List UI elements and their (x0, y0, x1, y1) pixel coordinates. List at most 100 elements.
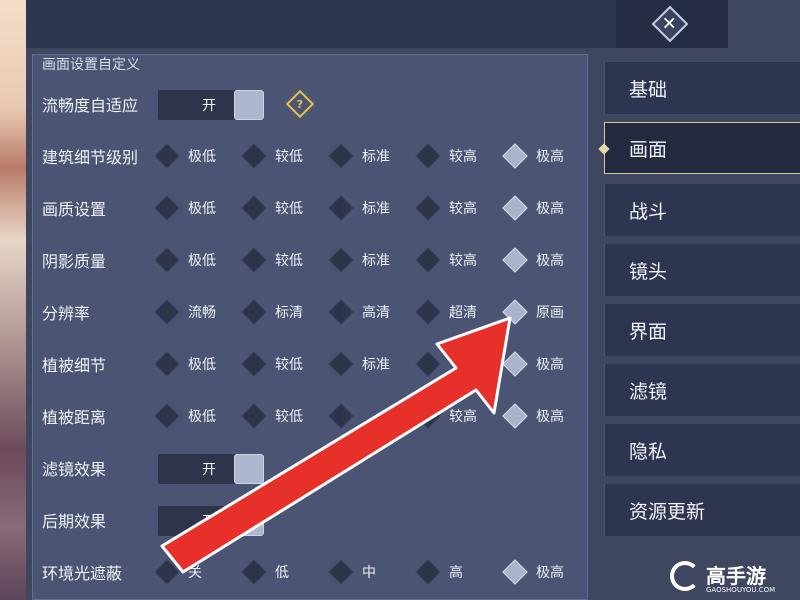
diamond-radio-icon (415, 195, 441, 221)
diamond-radio-icon (415, 247, 441, 273)
sidebar-tab[interactable]: 资源更新 (604, 484, 800, 536)
setting-label: 画质设置 (42, 200, 107, 219)
diamond-radio-icon (502, 351, 528, 377)
toggle-knob[interactable] (234, 454, 264, 484)
close-icon: ✕ (651, 5, 689, 43)
diamond-radio-icon (241, 403, 267, 429)
option-label: 极高 (536, 409, 564, 425)
toggle-switch[interactable]: 开 (158, 506, 264, 536)
option-radio[interactable]: 标准 (328, 136, 390, 176)
option-label: 极低 (188, 149, 216, 165)
option-radio[interactable]: 极高 (502, 344, 564, 384)
option-label: 标准 (362, 253, 390, 269)
setting-label: 滤镜效果 (42, 460, 107, 479)
section-title: 画面设置自定义 (42, 57, 140, 72)
option-radio[interactable]: 中 (328, 552, 376, 592)
diamond-radio-icon (241, 559, 267, 585)
diamond-radio-icon (241, 247, 267, 273)
option-radio[interactable]: 极低 (154, 396, 216, 436)
diamond-radio-icon (241, 143, 267, 169)
option-radio[interactable]: 标清 (241, 292, 303, 332)
diamond-radio-icon (154, 195, 180, 221)
option-radio[interactable]: 关 (154, 552, 202, 592)
setting-row: 后期效果 开 (42, 500, 582, 540)
diamond-radio-icon (415, 143, 441, 169)
diamond-radio-icon (328, 299, 354, 325)
toggle-label: 开 (202, 98, 216, 114)
diamond-radio-icon (154, 351, 180, 377)
option-radio[interactable]: 较低 (241, 188, 303, 228)
setting-label: 阴影质量 (42, 252, 107, 271)
setting-label: 环境光遮蔽 (42, 564, 123, 583)
option-radio[interactable]: 低 (241, 552, 289, 592)
help-icon[interactable]: ? (285, 89, 315, 119)
option-radio[interactable]: 极高 (502, 188, 564, 228)
option-radio[interactable]: 较低 (241, 396, 303, 436)
option-label: 较高 (449, 201, 477, 217)
diamond-radio-icon (328, 559, 354, 585)
option-label: 标准 (362, 357, 390, 373)
option-radio[interactable]: 较高 (415, 136, 477, 176)
setting-label: 建筑细节级别 (42, 148, 139, 167)
diamond-radio-icon (241, 351, 267, 377)
option-radio[interactable]: 高 (415, 552, 463, 592)
toggle-knob[interactable] (234, 506, 264, 536)
option-radio[interactable]: 极高 (502, 396, 564, 436)
option-label: 极高 (536, 565, 564, 581)
option-label: 极低 (188, 357, 216, 373)
option-radio[interactable]: 标准 (328, 240, 390, 280)
option-radio[interactable]: 标准 (328, 188, 390, 228)
option-radio[interactable]: 原画 (502, 292, 564, 332)
diamond-radio-icon (154, 403, 180, 429)
option-radio[interactable]: 极低 (154, 240, 216, 280)
option-radio[interactable]: 较低 (241, 136, 303, 176)
diamond-radio-icon (502, 143, 528, 169)
toggle-knob[interactable] (234, 90, 264, 120)
option-label: 较高 (449, 253, 477, 269)
diamond-radio-icon (328, 195, 354, 221)
setting-row: 阴影质量 极低 较低 标准 较高 极高 (42, 240, 582, 280)
option-radio[interactable]: 高清 (328, 292, 390, 332)
option-radio[interactable]: 较高 (415, 240, 477, 280)
sidebar-tab[interactable]: 滤镜 (604, 364, 800, 416)
sidebar-tab[interactable]: 基础 (604, 62, 800, 114)
option-radio[interactable]: 流畅 (154, 292, 216, 332)
diamond-radio-icon (328, 351, 354, 377)
diamond-radio-icon (154, 247, 180, 273)
setting-row: 植被距离 极低 较低 较高 极高 (42, 396, 582, 436)
toggle-switch[interactable]: 开 (158, 90, 264, 120)
option-radio[interactable] (328, 396, 362, 436)
sidebar-tab[interactable]: 镜头 (604, 244, 800, 296)
option-radio[interactable]: 极低 (154, 188, 216, 228)
diamond-radio-icon (502, 195, 528, 221)
option-radio[interactable]: 极低 (154, 136, 216, 176)
option-label: 高清 (362, 305, 390, 321)
option-radio[interactable]: 极高 (502, 552, 564, 592)
sidebar-tab[interactable]: 界面 (604, 304, 800, 356)
option-radio[interactable]: 较高 (415, 188, 477, 228)
setting-label: 植被距离 (42, 408, 107, 427)
option-radio[interactable] (415, 344, 449, 384)
option-radio[interactable]: 超清 (415, 292, 477, 332)
close-button[interactable]: ✕ (648, 5, 692, 43)
setting-label: 后期效果 (42, 512, 107, 531)
watermark: 高手游 GAOSHOUYOU.COM (670, 556, 796, 596)
sidebar-tab[interactable]: 战斗 (604, 184, 800, 236)
option-label: 标准 (362, 149, 390, 165)
diamond-radio-icon (415, 299, 441, 325)
option-label: 较高 (449, 149, 477, 165)
option-radio[interactable]: 较低 (241, 344, 303, 384)
setting-row: 分辨率 流畅 标清 高清 超清 原画 (42, 292, 582, 332)
option-label: 较低 (275, 253, 303, 269)
option-radio[interactable]: 极高 (502, 136, 564, 176)
option-label: 中 (362, 565, 376, 581)
sidebar-tab[interactable]: 画面 (604, 122, 800, 174)
setting-row: 环境光遮蔽 关 低 中 高 极高 (42, 552, 582, 592)
option-radio[interactable]: 标准 (328, 344, 390, 384)
option-radio[interactable]: 极高 (502, 240, 564, 280)
option-radio[interactable]: 较低 (241, 240, 303, 280)
toggle-switch[interactable]: 开 (158, 454, 264, 484)
sidebar-tab[interactable]: 隐私 (604, 424, 800, 476)
option-radio[interactable]: 极低 (154, 344, 216, 384)
option-radio[interactable]: 较高 (415, 396, 477, 436)
